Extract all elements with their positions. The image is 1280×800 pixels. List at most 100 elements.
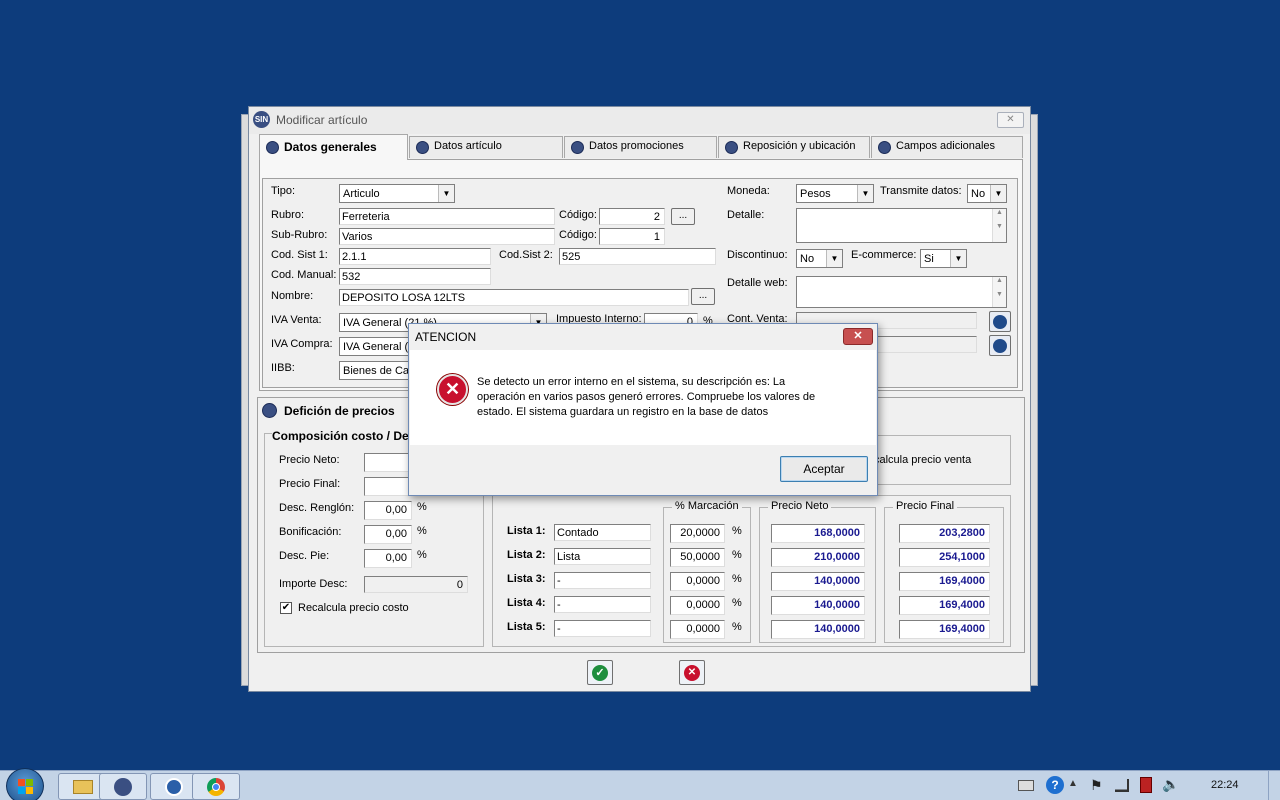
- codmanual-field[interactable]: 532: [339, 268, 491, 285]
- rubro-label: Rubro:: [271, 209, 305, 221]
- rubro-browse-button[interactable]: ...: [671, 208, 695, 225]
- accept-button[interactable]: Aceptar: [780, 456, 868, 482]
- show-desktop-button[interactable]: [1268, 771, 1280, 800]
- tipo-dropdown[interactable]: Articulo ▼: [339, 184, 455, 203]
- flag-icon[interactable]: ⚑: [1090, 777, 1103, 794]
- recalcula-costo-checkbox[interactable]: ✔: [280, 602, 292, 614]
- moneda-dropdown[interactable]: Pesos ▼: [796, 184, 874, 203]
- tab-campos-adicionales[interactable]: Campos adicionales: [871, 136, 1023, 158]
- tab-reposicion[interactable]: Reposición y ubicación: [718, 136, 870, 158]
- chevron-down-icon: ▼: [438, 185, 454, 202]
- subrubro-codigo-field[interactable]: 1: [599, 228, 665, 245]
- dialog-title: ATENCION: [415, 330, 477, 344]
- chrome-icon: [207, 778, 225, 796]
- precio-final-field[interactable]: [364, 477, 414, 496]
- lista-4-precio-final[interactable]: 169,4000: [899, 596, 990, 615]
- codsist1-field[interactable]: 2.1.1: [339, 248, 491, 265]
- error-icon: ✕: [437, 374, 468, 405]
- subrubro-field[interactable]: Varios: [339, 228, 555, 245]
- lista-1-marcacion[interactable]: 20,0000: [670, 524, 725, 543]
- percent-label: %: [417, 501, 427, 513]
- codsist2-field[interactable]: 525: [559, 248, 716, 265]
- tab-datos-generales[interactable]: Datos generales: [259, 134, 408, 160]
- nombre-field[interactable]: DEPOSITO LOSA 12LTS: [339, 289, 689, 306]
- percent-label: %: [732, 573, 742, 585]
- transmite-label: Transmite datos:: [880, 185, 962, 197]
- lista-3-name[interactable]: -: [554, 572, 651, 589]
- ecommerce-dropdown[interactable]: Si ▼: [920, 249, 967, 268]
- start-button[interactable]: [6, 768, 44, 800]
- lista-5-name[interactable]: -: [554, 620, 651, 637]
- lista-1-precio-neto[interactable]: 168,0000: [771, 524, 865, 543]
- scrollbar[interactable]: ▲ ▼: [992, 277, 1006, 307]
- keyboard-icon[interactable]: [1018, 780, 1034, 791]
- lista-2-precio-neto[interactable]: 210,0000: [771, 548, 865, 567]
- bonificacion-field[interactable]: 0,00: [364, 525, 412, 544]
- nombre-browse-button[interactable]: ...: [691, 288, 715, 305]
- lista-3-precio-neto[interactable]: 140,0000: [771, 572, 865, 591]
- windows-logo-icon: [18, 779, 25, 786]
- lista-5-precio-final[interactable]: 169,4000: [899, 620, 990, 639]
- scrollbar[interactable]: ▲ ▼: [992, 209, 1006, 242]
- network-icon[interactable]: [1115, 779, 1129, 792]
- detalle-textarea[interactable]: ▲ ▼: [796, 208, 1007, 243]
- importe-desc-label: Importe Desc:: [279, 578, 348, 590]
- tipo-label: Tipo:: [271, 185, 296, 197]
- precio-final-col-title: Precio Final: [893, 500, 958, 512]
- lista-5-marcacion[interactable]: 0,0000: [670, 620, 725, 639]
- dialog-close-button[interactable]: ✕: [843, 328, 873, 345]
- chevron-down-icon: ▼: [950, 250, 966, 267]
- iibb-label: IIBB:: [271, 362, 295, 374]
- desc-renglon-field[interactable]: 0,00: [364, 501, 412, 520]
- lista-2-precio-final[interactable]: 254,1000: [899, 548, 990, 567]
- confirm-button[interactable]: ✓: [587, 660, 613, 685]
- transmite-dropdown[interactable]: No ▼: [967, 184, 1007, 203]
- taskbar-network-app-button[interactable]: [150, 773, 198, 800]
- taskbar-chrome-button[interactable]: [192, 773, 240, 800]
- marcacion-title: % Marcación: [672, 500, 742, 512]
- check-icon: ✓: [592, 665, 608, 681]
- taskbar-sin-button[interactable]: [99, 773, 147, 800]
- security-icon[interactable]: [1140, 777, 1152, 793]
- lista-4-name[interactable]: -: [554, 596, 651, 613]
- tab-datos-articulo[interactable]: Datos artículo: [409, 136, 563, 158]
- tab-icon: [266, 141, 279, 154]
- clock[interactable]: 22:24: [1211, 779, 1239, 791]
- bonificacion-label: Bonificación:: [279, 526, 342, 538]
- contventa-search-button[interactable]: [989, 311, 1011, 332]
- lista-1-name[interactable]: Contado: [554, 524, 651, 541]
- prices-header: Defición de precios: [284, 404, 395, 418]
- lista-3-label: Lista 3:: [507, 573, 546, 585]
- lista-5-precio-neto[interactable]: 140,0000: [771, 620, 865, 639]
- lista-2-name[interactable]: Lista: [554, 548, 651, 565]
- lista-3-precio-final[interactable]: 169,4000: [899, 572, 990, 591]
- detalleweb-textarea[interactable]: ▲ ▼: [796, 276, 1007, 308]
- rubro-codigo-field[interactable]: 2: [599, 208, 665, 225]
- help-icon[interactable]: ?: [1046, 776, 1064, 794]
- dialog-titlebar[interactable]: ATENCION ✕: [409, 324, 877, 350]
- desc-pie-field[interactable]: 0,00: [364, 549, 412, 568]
- lista-2-marcacion[interactable]: 50,0000: [670, 548, 725, 567]
- lista-1-precio-final[interactable]: 203,2800: [899, 524, 990, 543]
- contcompra-search-button[interactable]: [989, 335, 1011, 356]
- error-message-line: Se detecto un error interno en el sistem…: [477, 376, 786, 388]
- window-titlebar[interactable]: SIN Modificar artículo ✕: [249, 107, 1030, 134]
- dialog-body: ✕ Se detecto un error interno en el sist…: [410, 350, 876, 445]
- lista-4-precio-neto[interactable]: 140,0000: [771, 596, 865, 615]
- speaker-icon[interactable]: 🔈: [1162, 776, 1179, 793]
- window-close-button[interactable]: ✕: [997, 112, 1024, 128]
- cancel-button[interactable]: ✕: [679, 660, 705, 685]
- tab-datos-promociones[interactable]: Datos promociones: [564, 136, 717, 158]
- lista-4-marcacion[interactable]: 0,0000: [670, 596, 725, 615]
- show-hidden-icons-icon[interactable]: ▲: [1068, 778, 1078, 789]
- lista-3-marcacion[interactable]: 0,0000: [670, 572, 725, 591]
- discontinuo-dropdown[interactable]: No ▼: [796, 249, 843, 268]
- chevron-down-icon: ▼: [990, 185, 1006, 202]
- precio-neto-field[interactable]: [364, 453, 414, 472]
- error-dialog: ATENCION ✕ ✕ Se detecto un error interno…: [408, 323, 878, 496]
- search-icon: [993, 315, 1007, 329]
- moneda-label: Moneda:: [727, 185, 770, 197]
- globe-icon: [165, 778, 183, 796]
- rubro-field[interactable]: Ferreteria: [339, 208, 555, 225]
- app-logo-icon: SIN: [253, 111, 270, 128]
